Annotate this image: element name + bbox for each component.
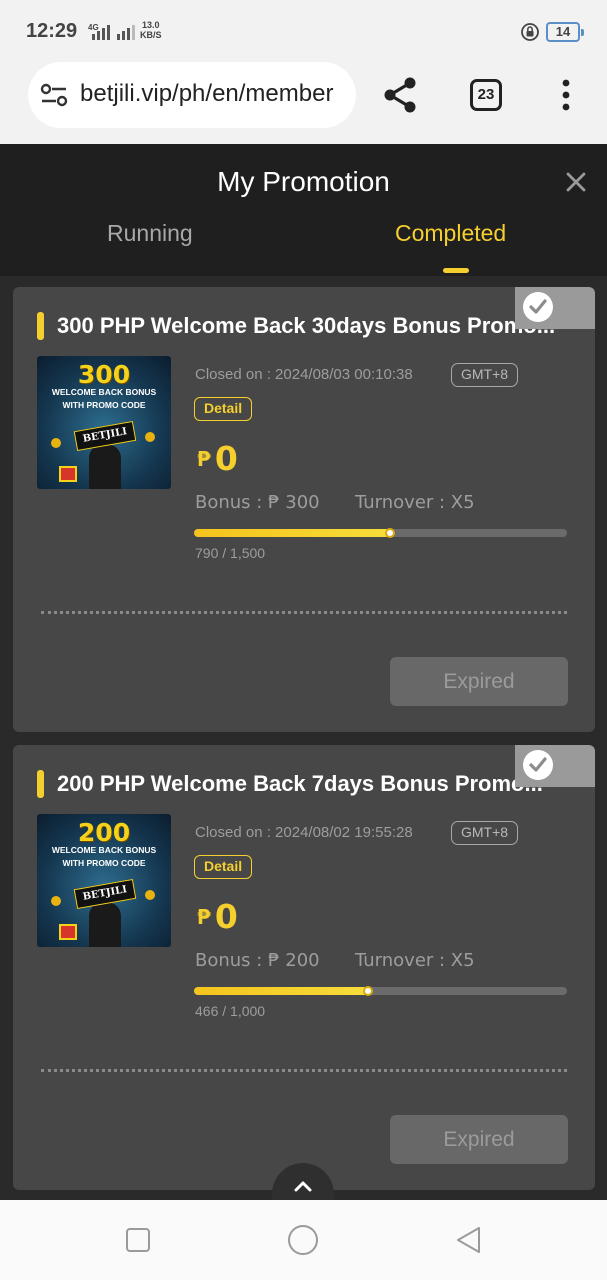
tab-active-indicator <box>443 268 469 273</box>
url-text[interactable]: betjili.vip/ph/en/member <box>80 80 348 108</box>
tab-switcher-button[interactable]: 23 <box>470 79 502 111</box>
completed-ribbon <box>515 287 595 329</box>
gift-icon <box>59 466 77 482</box>
bonus-label: Bonus : ₱ 200 <box>195 950 320 971</box>
turnover-progress-bar <box>194 528 567 538</box>
back-icon[interactable] <box>453 1224 485 1256</box>
system-navigation-bar <box>0 1200 607 1280</box>
bonus-amount: ₱ 0 <box>197 897 238 936</box>
title-accent-bar <box>37 770 44 798</box>
promotion-list: 300 PHP Welcome Back 30days Bonus Promo.… <box>0 276 607 1200</box>
gift-icon <box>59 924 77 940</box>
page-title: My Promotion <box>217 166 390 197</box>
promo-image-line2: WITH PROMO CODE <box>62 400 146 410</box>
expired-button: Expired <box>390 1115 568 1164</box>
amount-value: 0 <box>214 897 238 936</box>
promo-image-amount: 200 <box>77 818 131 847</box>
divider <box>41 611 567 614</box>
signal-icon: 4G <box>88 23 135 40</box>
battery-icon: 14 <box>546 22 584 42</box>
promotion-image[interactable]: 300 WELCOME BACK BONUS WITH PROMO CODE B… <box>37 356 171 489</box>
peso-icon: ₱ <box>197 905 211 929</box>
progress-text: 466 / 1,000 <box>195 1003 266 1019</box>
promo-person <box>89 444 121 489</box>
closed-on-date: Closed on : 2024/08/03 00:10:38 <box>195 366 413 383</box>
check-circle-icon <box>523 292 553 322</box>
coin-icon <box>145 890 155 900</box>
promotion-title: 300 PHP Welcome Back 30days Bonus Promo.… <box>57 313 556 338</box>
coin-icon <box>145 432 155 442</box>
title-accent-bar <box>37 312 44 340</box>
turnover-label: Turnover : X5 <box>355 950 475 971</box>
promotion-header: My Promotion Running Completed <box>0 144 607 276</box>
address-bar[interactable]: betjili.vip/ph/en/member <box>28 62 356 128</box>
amount-value: 0 <box>214 439 238 478</box>
coin-icon <box>51 438 61 448</box>
promo-image-line1: WELCOME BACK BONUS <box>51 845 157 855</box>
expired-button: Expired <box>390 657 568 706</box>
tune-icon[interactable] <box>40 83 68 107</box>
lock-rotation-icon <box>521 23 539 41</box>
status-bar: 12:29 4G 13.0 KB/S 14 <box>0 0 607 62</box>
completed-ribbon <box>515 745 595 787</box>
browser-toolbar: betjili.vip/ph/en/member 23 <box>0 62 607 144</box>
turnover-label: Turnover : X5 <box>355 492 475 513</box>
promotion-title: 200 PHP Welcome Back 7days Bonus Promo..… <box>57 771 543 796</box>
promotion-card: 200 PHP Welcome Back 7days Bonus Promo..… <box>13 745 595 1190</box>
turnover-progress-bar <box>194 986 567 996</box>
promo-image-line1: WELCOME BACK BONUS <box>51 387 157 397</box>
timezone-badge: GMT+8 <box>451 363 519 387</box>
progress-fill <box>194 529 391 537</box>
closed-on-date: Closed on : 2024/08/02 19:55:28 <box>195 824 413 841</box>
progress-knob <box>385 528 396 538</box>
peso-icon: ₱ <box>197 447 211 471</box>
status-time: 12:29 <box>26 20 78 42</box>
progress-knob <box>362 986 373 996</box>
check-circle-icon <box>523 750 553 780</box>
progress-text: 790 / 1,500 <box>195 545 266 561</box>
divider <box>41 1069 567 1072</box>
tab-running[interactable]: Running <box>107 220 193 247</box>
tab-completed[interactable]: Completed <box>395 220 506 247</box>
promotion-card: 300 PHP Welcome Back 30days Bonus Promo.… <box>13 287 595 732</box>
coin-icon <box>51 896 61 906</box>
promo-person <box>89 902 121 947</box>
detail-button[interactable]: Detail <box>194 855 253 879</box>
bonus-amount: ₱ 0 <box>197 439 238 478</box>
progress-fill <box>194 987 368 995</box>
promotion-image[interactable]: 200 WELCOME BACK BONUS WITH PROMO CODE B… <box>37 814 171 947</box>
promo-image-amount: 300 <box>77 360 131 389</box>
network-speed: 13.0 KB/S <box>140 20 162 40</box>
chevron-up-icon <box>294 1181 312 1192</box>
home-icon[interactable] <box>287 1224 319 1256</box>
share-icon[interactable] <box>382 76 420 114</box>
recents-icon[interactable] <box>122 1224 154 1256</box>
timezone-badge: GMT+8 <box>451 821 519 845</box>
more-vert-icon[interactable] <box>556 78 576 112</box>
detail-button[interactable]: Detail <box>194 397 253 421</box>
promo-image-line2: WITH PROMO CODE <box>62 858 146 868</box>
bonus-label: Bonus : ₱ 300 <box>195 492 320 513</box>
network-type: 4G <box>88 23 99 32</box>
close-icon[interactable] <box>562 168 590 196</box>
